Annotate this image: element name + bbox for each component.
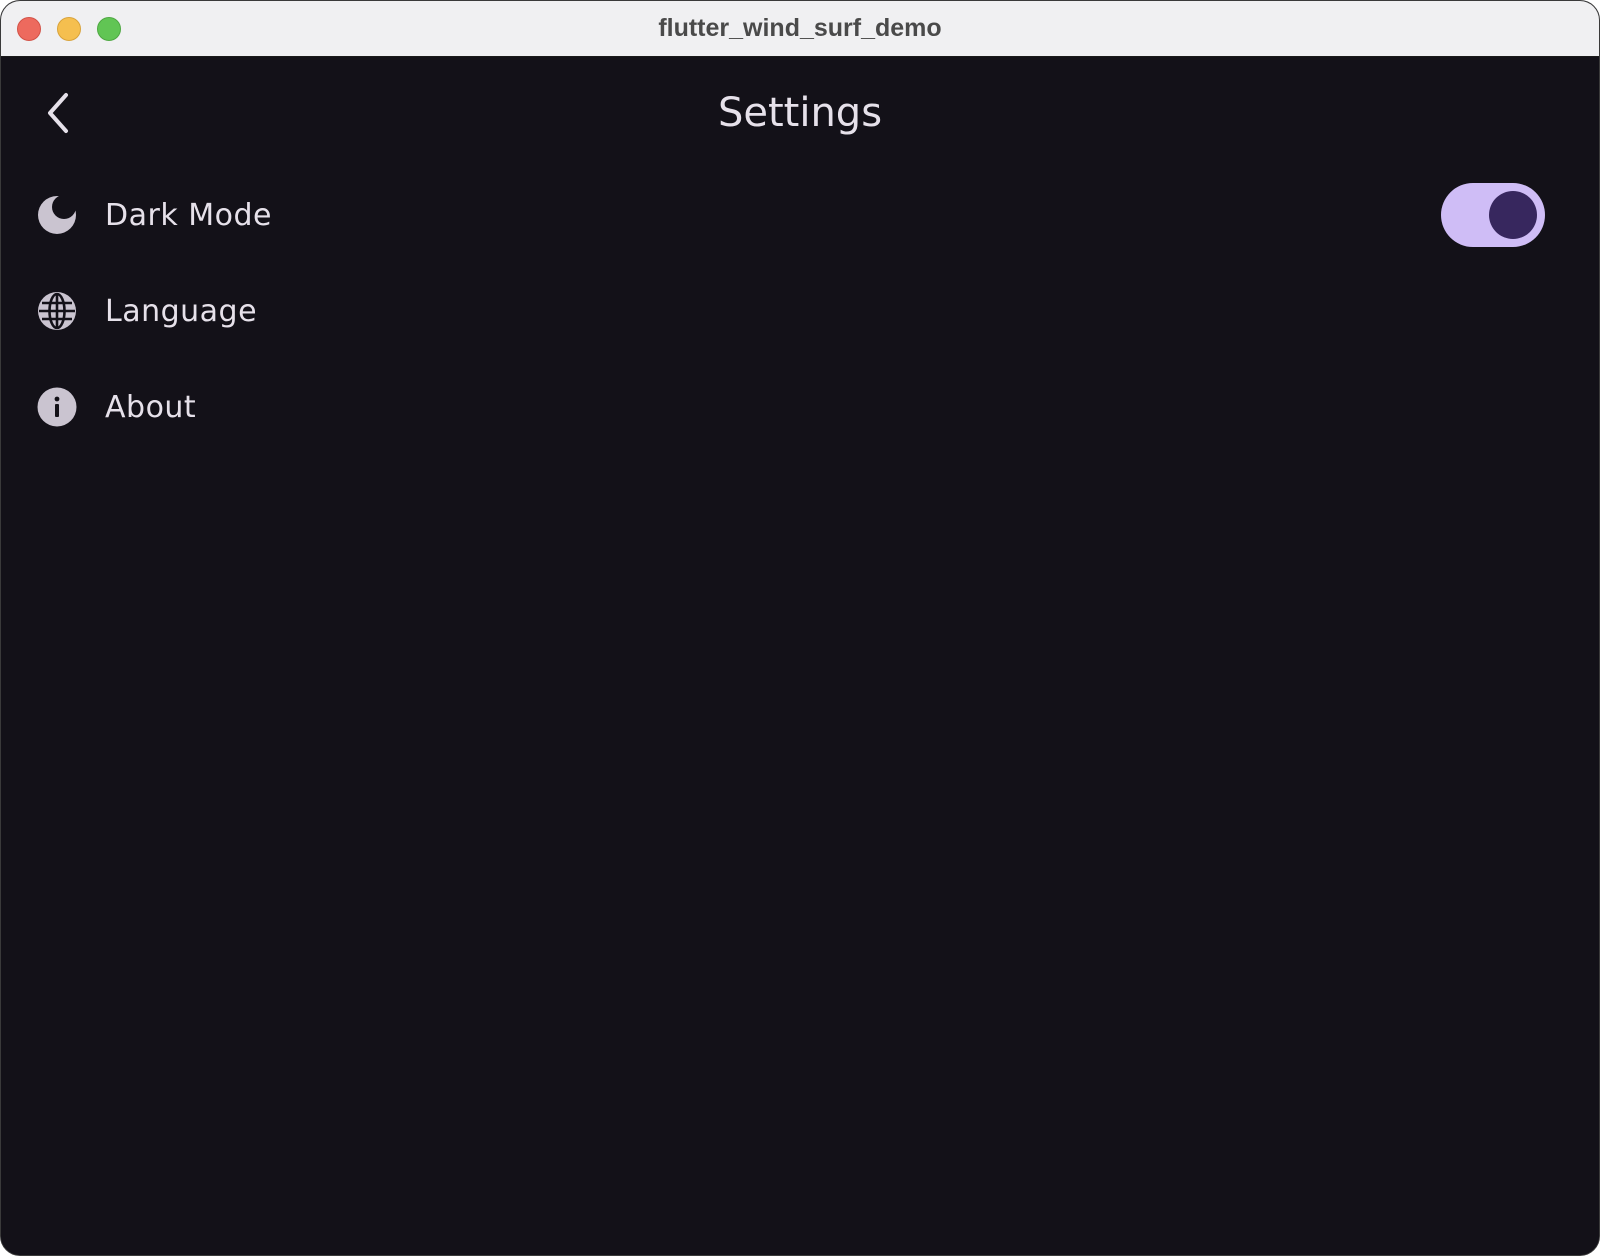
info-icon <box>35 385 79 429</box>
page-title: Settings <box>717 90 883 136</box>
app-window: flutter_wind_surf_demo Settings Dark Mod… <box>0 0 1600 1256</box>
settings-item-language[interactable]: Language <box>1 263 1599 359</box>
window-title: flutter_wind_surf_demo <box>658 14 942 42</box>
settings-item-about[interactable]: About <box>1 359 1599 455</box>
settings-list: Dark Mode Language About <box>1 167 1599 455</box>
settings-screen: Settings Dark Mode Language About <box>1 57 1599 1255</box>
globe-icon <box>35 289 79 333</box>
toggle-knob <box>1489 191 1537 239</box>
dark-mode-toggle[interactable] <box>1441 183 1545 247</box>
settings-item-label: About <box>105 389 197 425</box>
settings-item-label: Language <box>105 293 258 329</box>
title-bar[interactable]: flutter_wind_surf_demo <box>1 1 1599 57</box>
settings-item-dark-mode[interactable]: Dark Mode <box>1 167 1599 263</box>
settings-item-label: Dark Mode <box>105 197 272 233</box>
moon-icon <box>35 193 79 237</box>
